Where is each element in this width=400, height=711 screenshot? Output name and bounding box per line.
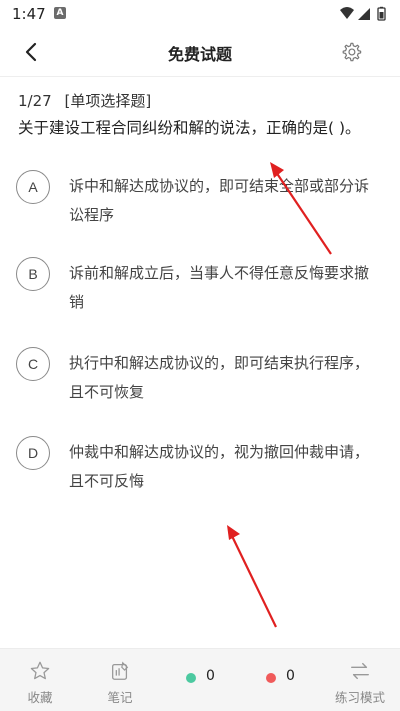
option-text: 诉前和解成立后，当事人不得任意反悔要求撤销 <box>69 264 370 311</box>
option-d[interactable]: D 仲裁中和解达成协议的，视为撤回仲裁申请，且不可反悔 <box>16 436 386 496</box>
question-text: 关于建设工程合同纠纷和解的说法，正确的是( )。 <box>18 119 361 137</box>
practice-mode-button[interactable]: 练习模式 <box>326 649 394 711</box>
favorite-button[interactable]: 收藏 <box>10 649 70 711</box>
option-letter: C <box>16 347 50 381</box>
option-text: 仲裁中和解达成协议的，视为撤回仲裁申请，且不可反悔 <box>69 443 370 490</box>
practice-mode-label: 练习模式 <box>334 690 385 705</box>
correct-counter: 0 <box>180 649 230 711</box>
notes-button[interactable]: 笔记 <box>90 649 150 711</box>
question-type: [单项选择题] <box>64 92 152 110</box>
option-a[interactable]: A 诉中和解达成协议的，即可结束全部或部分诉讼程序 <box>16 170 386 230</box>
wrong-counter: 0 <box>260 649 310 711</box>
status-bar: 1:47 A <box>0 0 400 28</box>
nav-bar: 免费试题 <box>0 28 400 77</box>
switch-arrows-icon <box>351 662 369 680</box>
notes-icon <box>112 661 129 680</box>
option-letter: A <box>16 170 50 204</box>
status-time: 1:47 <box>12 5 46 23</box>
signal-icon <box>358 8 370 20</box>
status-icons <box>340 6 386 21</box>
battery-icon <box>377 6 386 21</box>
wifi-icon <box>340 7 354 19</box>
gear-icon[interactable] <box>340 41 362 63</box>
notification-badge-icon: A <box>54 7 66 19</box>
annotation-arrow-icon <box>227 525 277 628</box>
star-icon <box>30 661 50 680</box>
option-letter: D <box>16 436 50 470</box>
option-text: 执行中和解达成协议的，即可结束执行程序，且不可恢复 <box>69 354 370 401</box>
bottom-toolbar: 收藏 笔记 0 0 练习模式 <box>0 648 400 711</box>
option-letter: B <box>16 257 50 291</box>
wrong-count: 0 <box>286 668 295 684</box>
option-c[interactable]: C 执行中和解达成协议的，即可结束执行程序，且不可恢复 <box>16 347 386 407</box>
question-progress: 1/27 <box>18 92 52 110</box>
option-text: 诉中和解达成协议的，即可结束全部或部分诉讼程序 <box>69 177 370 224</box>
favorite-label: 收藏 <box>27 690 53 705</box>
question-meta: 1/27 [单项选择题] <box>18 90 159 111</box>
notes-label: 笔记 <box>107 690 133 705</box>
correct-dot-icon <box>186 673 196 683</box>
wrong-dot-icon <box>266 673 276 683</box>
correct-count: 0 <box>206 668 215 684</box>
option-b[interactable]: B 诉前和解成立后，当事人不得任意反悔要求撤销 <box>16 257 386 317</box>
